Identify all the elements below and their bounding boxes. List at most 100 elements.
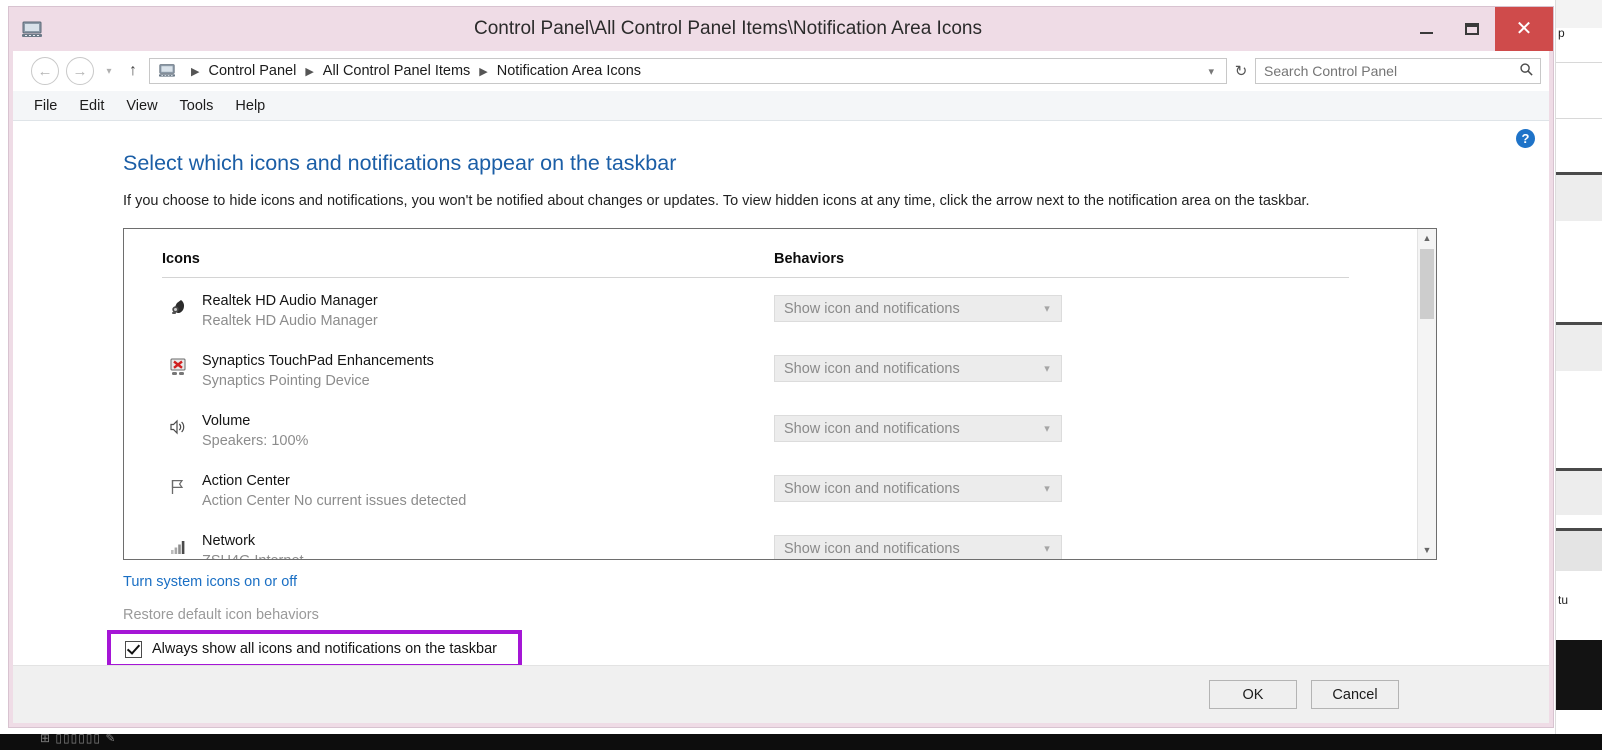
item-title: Action Center (202, 473, 290, 489)
search-input[interactable] (1256, 62, 1512, 80)
table-row[interactable]: Volume Speakers: 100% Show icon and noti… (124, 407, 1417, 467)
back-button[interactable]: ← (31, 57, 59, 85)
search-box[interactable] (1255, 58, 1541, 84)
table-row[interactable]: Realtek HD Audio Manager Realtek HD Audi… (124, 287, 1417, 347)
item-title: Realtek HD Audio Manager (202, 293, 378, 309)
item-subtitle: Realtek HD Audio Manager (202, 313, 378, 329)
list-inner: Icons Behaviors Realtek HD Audio Manager… (124, 229, 1417, 559)
control-panel-window: Control Panel\All Control Panel Items\No… (8, 6, 1554, 728)
volume-speaker-icon (168, 417, 188, 437)
menu-item-view[interactable]: View (115, 95, 168, 117)
table-row[interactable]: Action Center Action Center No current i… (124, 467, 1417, 527)
window-controls: ✕ (1403, 7, 1553, 51)
column-header-icons: Icons (162, 251, 200, 267)
bg-band (1556, 531, 1602, 571)
address-dropdown-chevron-icon[interactable]: ▾ (1200, 65, 1222, 78)
taskbar-glyphs: ⊞ ▯▯▯▯▯▯ ✎ (40, 734, 117, 745)
up-one-level-button[interactable]: ↑ (121, 62, 145, 80)
item-subtitle: Synaptics Pointing Device (202, 373, 370, 389)
bg-dark-region (1556, 640, 1602, 710)
page-description: If you choose to hide icons and notifica… (123, 193, 1310, 209)
maximize-icon (1465, 23, 1479, 35)
always-show-all-icons-label: Always show all icons and notifications … (152, 641, 497, 657)
behavior-value: Show icon and notifications (784, 540, 960, 557)
menu-item-edit[interactable]: Edit (68, 95, 115, 117)
table-row[interactable]: Network ZSU4G Internet Show icon and not… (124, 527, 1417, 559)
search-icon (1512, 62, 1540, 81)
control-panel-icon (21, 18, 43, 40)
behavior-dropdown[interactable]: Show icon and notifications ▾ (774, 535, 1062, 559)
scrollbar-thumb[interactable] (1420, 249, 1434, 319)
chevron-down-icon: ▾ (1044, 363, 1050, 375)
item-subtitle: ZSU4G Internet (202, 553, 304, 559)
navigation-bar: ← → ▾ ↑ ▶ Control Panel ▶ All Control Pa… (13, 51, 1549, 91)
forward-arrow-icon: → (72, 62, 88, 80)
scroll-down-arrow-icon[interactable]: ▼ (1418, 541, 1436, 559)
behavior-dropdown[interactable]: Show icon and notifications ▾ (774, 295, 1062, 322)
scroll-up-arrow-icon[interactable]: ▲ (1418, 229, 1436, 247)
bg-band (1556, 325, 1602, 371)
action-center-flag-icon (168, 477, 188, 497)
item-subtitle: Action Center No current issues detected (202, 493, 467, 509)
bg-line (1556, 62, 1602, 63)
item-title: Volume (202, 413, 251, 429)
behavior-value: Show icon and notifications (784, 420, 960, 437)
item-title: Synaptics TouchPad Enhancements (202, 353, 434, 369)
synaptics-touchpad-icon (168, 357, 188, 377)
always-show-all-icons-highlight[interactable]: Always show all icons and notifications … (107, 630, 522, 665)
help-icon[interactable]: ? (1516, 129, 1535, 148)
forward-button[interactable]: → (66, 57, 94, 85)
header-divider (162, 277, 1349, 278)
up-arrow-icon: ↑ (129, 62, 137, 79)
ok-button[interactable]: OK (1209, 680, 1297, 709)
link-turn-system-icons-on-or-off[interactable]: Turn system icons on or off (123, 574, 297, 590)
title-bar[interactable]: Control Panel\All Control Panel Items\No… (9, 7, 1553, 51)
notification-icons-list: Icons Behaviors Realtek HD Audio Manager… (123, 228, 1437, 560)
item-subtitle: Speakers: 100% (202, 433, 309, 449)
back-arrow-icon: ← (37, 62, 53, 80)
bg-fragment-top: p (1558, 26, 1565, 40)
refresh-button[interactable]: ↻ (1227, 62, 1255, 80)
control-panel-icon (158, 63, 176, 79)
background-window[interactable]: p tu (1555, 0, 1602, 750)
bg-band (1556, 175, 1602, 221)
always-show-all-icons-checkbox[interactable] (125, 640, 142, 658)
link-restore-default-icon-behaviors[interactable]: Restore default icon behaviors (123, 607, 319, 623)
main-content: ? Select which icons and notifications a… (13, 121, 1549, 665)
breadcrumb-item-all-items[interactable]: All Control Panel Items (323, 63, 470, 79)
table-row[interactable]: Synaptics TouchPad Enhancements Synaptic… (124, 347, 1417, 407)
behavior-value: Show icon and notifications (784, 360, 960, 377)
menu-item-help[interactable]: Help (224, 95, 276, 117)
maximize-button[interactable] (1449, 7, 1495, 51)
dialog-footer: OK Cancel (13, 665, 1549, 723)
breadcrumb-item-control-panel[interactable]: Control Panel (208, 63, 296, 79)
menu-bar: File Edit View Tools Help (13, 91, 1549, 121)
bg-line (1556, 118, 1602, 119)
breadcrumb-item-notification-area-icons[interactable]: Notification Area Icons (497, 63, 641, 79)
refresh-icon: ↻ (1234, 63, 1248, 80)
minimize-button[interactable] (1403, 7, 1449, 51)
list-scrollbar[interactable]: ▲ ▼ (1417, 229, 1436, 559)
chevron-down-icon: ▾ (1044, 303, 1050, 315)
breadcrumb-separator: ▶ (191, 65, 200, 78)
cancel-button[interactable]: Cancel (1311, 680, 1399, 709)
menu-item-tools[interactable]: Tools (169, 95, 225, 117)
chevron-down-icon: ▾ (1044, 543, 1050, 555)
column-header-behaviors: Behaviors (774, 251, 845, 267)
network-signal-icon (168, 537, 188, 557)
bg-band (1556, 471, 1602, 515)
behavior-dropdown[interactable]: Show icon and notifications ▾ (774, 355, 1062, 382)
menu-item-file[interactable]: File (23, 95, 68, 117)
desktop-background: p tu Control Panel\All Control Panel Ite… (0, 0, 1602, 750)
address-bar[interactable]: ▶ Control Panel ▶ All Control Panel Item… (149, 58, 1227, 84)
behavior-dropdown[interactable]: Show icon and notifications ▾ (774, 415, 1062, 442)
recent-locations-button[interactable]: ▾ (101, 66, 117, 77)
close-button[interactable]: ✕ (1495, 7, 1553, 51)
window-title: Control Panel\All Control Panel Items\No… (474, 18, 982, 39)
page-title: Select which icons and notifications app… (123, 151, 677, 175)
behavior-value: Show icon and notifications (784, 300, 960, 317)
minimize-icon (1419, 32, 1433, 34)
item-title: Network (202, 533, 256, 549)
close-icon: ✕ (1515, 18, 1533, 40)
behavior-dropdown[interactable]: Show icon and notifications ▾ (774, 475, 1062, 502)
